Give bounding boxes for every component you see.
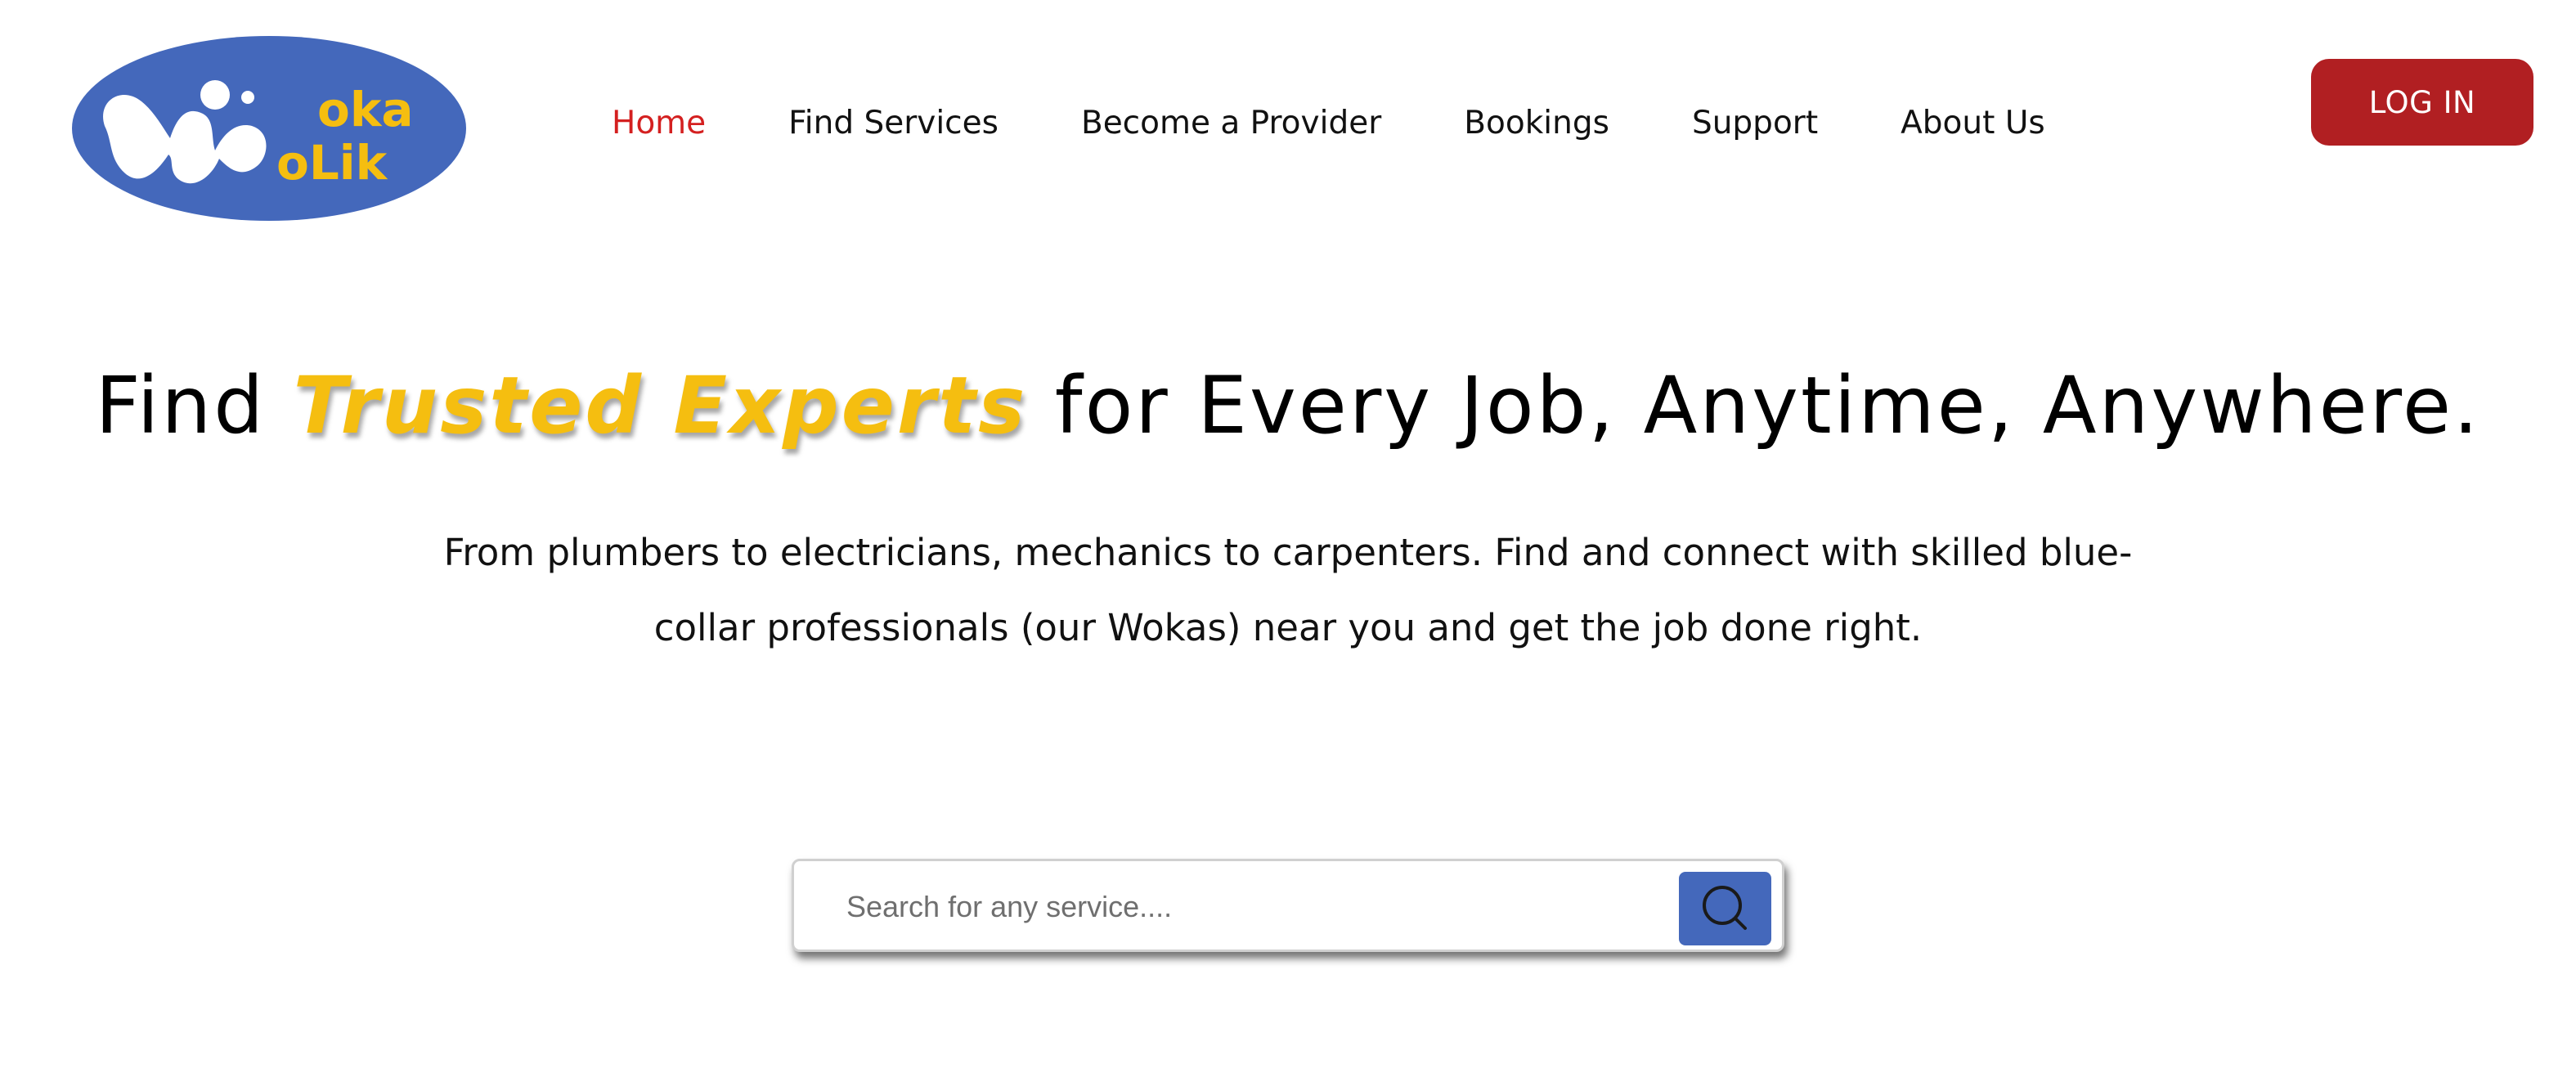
- nav-item-home[interactable]: Home: [612, 105, 706, 141]
- hero-subtitle: From plumbers to electricians, mechanics…: [443, 531, 2133, 649]
- hero-title-suffix: for Every Job, Anytime, Anywhere.: [1027, 360, 2481, 451]
- svg-text:oka: oka: [317, 82, 414, 137]
- search-icon: [1702, 886, 1747, 930]
- search-button[interactable]: [1679, 872, 1771, 945]
- nav-item-about-us[interactable]: About Us: [1901, 105, 2045, 141]
- hero-title: Find Trusted Experts for Every Job, Anyt…: [0, 360, 2576, 451]
- hero-title-prefix: Find: [95, 360, 294, 451]
- main-nav: Home Find Services Become a Provider Boo…: [612, 100, 2045, 146]
- search-input[interactable]: [845, 878, 1617, 936]
- nav-item-support[interactable]: Support: [1692, 105, 1818, 141]
- login-button[interactable]: LOG IN: [2311, 59, 2533, 146]
- nav-item-become-provider[interactable]: Become a Provider: [1081, 105, 1381, 141]
- hero-title-highlight: Trusted Experts: [293, 360, 1028, 451]
- svg-text:oLik: oLik: [276, 135, 388, 191]
- search-bar: [792, 859, 1784, 952]
- wokalik-logo-icon: oka oLik: [72, 36, 466, 221]
- page: oka oLik Home Find Services Become a Pro…: [0, 0, 2576, 1082]
- nav-item-bookings[interactable]: Bookings: [1464, 105, 1609, 141]
- nav-item-find-services[interactable]: Find Services: [788, 105, 999, 141]
- brand-logo[interactable]: oka oLik: [72, 36, 466, 221]
